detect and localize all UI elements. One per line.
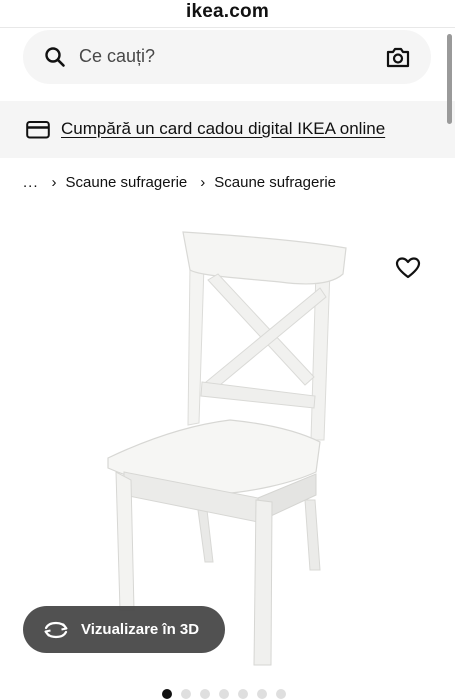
view-in-3d-label: Vizualizare în 3D	[81, 621, 200, 638]
carousel-dot[interactable]	[238, 689, 248, 699]
breadcrumb-item[interactable]: Scaune sufragerie	[66, 174, 188, 191]
chevron-right-icon: ›	[200, 174, 206, 191]
divider	[0, 27, 455, 28]
view-in-3d-button[interactable]: Vizualizare în 3D	[23, 606, 225, 653]
carousel-dot[interactable]	[257, 689, 267, 699]
carousel-dot[interactable]	[219, 689, 229, 699]
search-bar[interactable]: Ce cauți?	[23, 30, 431, 84]
url-text: ikea.com	[186, 1, 269, 22]
carousel-dot[interactable]	[200, 689, 210, 699]
search-icon	[45, 47, 65, 67]
breadcrumb: ... › Scaune sufragerie › Scaune sufrage…	[23, 174, 336, 191]
rotate-3d-icon	[44, 621, 68, 638]
heart-icon[interactable]	[395, 256, 421, 280]
search-input[interactable]: Ce cauți?	[79, 46, 155, 67]
carousel-dot[interactable]	[181, 689, 191, 699]
chevron-right-icon: ›	[51, 174, 57, 191]
carousel-dot[interactable]	[162, 689, 172, 699]
carousel-dot[interactable]	[276, 689, 286, 699]
gift-card-link[interactable]: Cumpără un card cadou digital IKEA onlin…	[61, 119, 385, 139]
scrollbar[interactable]	[447, 34, 452, 124]
breadcrumb-item[interactable]: Scaune sufragerie	[214, 174, 336, 191]
breadcrumb-item[interactable]: ...	[23, 174, 39, 191]
gift-card-banner: Cumpără un card cadou digital IKEA onlin…	[0, 101, 455, 158]
camera-icon[interactable]	[385, 44, 411, 70]
browser-url-bar[interactable]: ikea.com	[0, 0, 455, 26]
image-carousel-indicator	[162, 689, 286, 699]
gift-card-icon	[26, 121, 50, 139]
